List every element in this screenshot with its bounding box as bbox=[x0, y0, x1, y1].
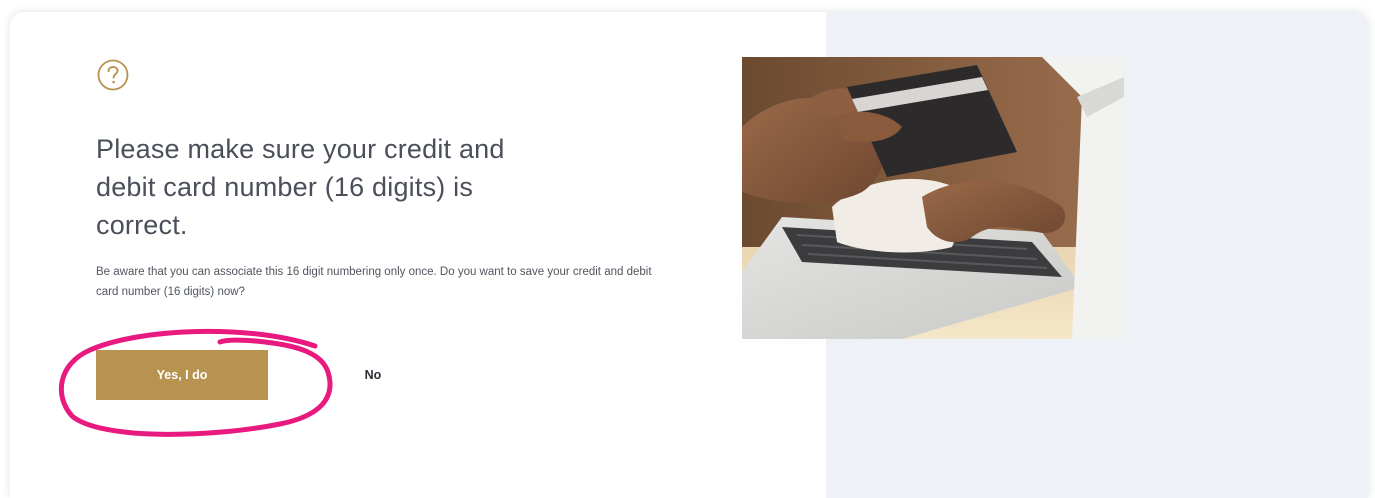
credit-card-laptop-photo bbox=[742, 57, 1124, 339]
no-button[interactable]: No bbox=[348, 350, 398, 400]
confirmation-dialog: Please make sure your credit and debit c… bbox=[10, 12, 1368, 498]
dialog-title: Please make sure your credit and debit c… bbox=[96, 134, 505, 240]
question-circle-icon bbox=[97, 59, 129, 91]
dialog-description: Be aware that you can associate this 16 … bbox=[96, 266, 652, 298]
yes-button[interactable]: Yes, I do bbox=[96, 350, 268, 400]
page-frame: Please make sure your credit and debit c… bbox=[0, 0, 1375, 498]
